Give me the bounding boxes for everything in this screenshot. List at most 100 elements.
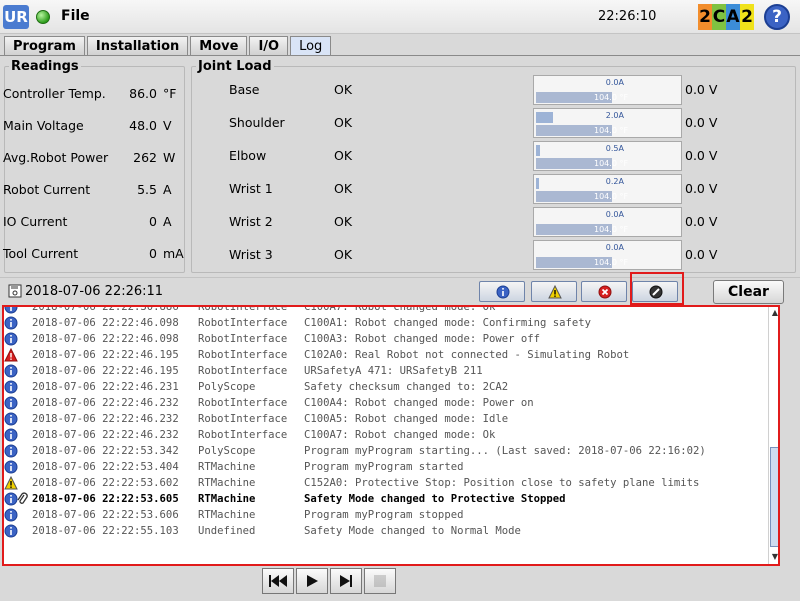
log-message: Safety checksum changed to: 2CA2	[304, 381, 509, 393]
log-row[interactable]: 2018-07-06 22:22:53.606 RTMachine Program …	[4, 507, 766, 523]
log-row[interactable]: 2018-07-06 22:22:46.195 RobotInterface C10…	[4, 347, 766, 363]
file-menu[interactable]: File	[61, 8, 90, 24]
log-message: Program myProgram stopped	[304, 509, 464, 521]
log-time: 2018-07-06 22:22:46.195	[32, 349, 179, 361]
info-icon	[4, 444, 18, 458]
log-row[interactable]: 2018-07-06 22:22:46.098 RobotInterface C10…	[4, 315, 766, 331]
info-icon	[496, 285, 510, 299]
log-source: RobotInterface	[198, 365, 288, 377]
scroll-thumb[interactable]	[770, 447, 778, 547]
reading-label: Main Voltage	[3, 118, 84, 133]
joint-status: OK	[334, 181, 353, 196]
stop-button[interactable]	[364, 568, 396, 594]
clear-button[interactable]: Clear	[713, 280, 784, 304]
reading-row: Tool Current 0 mA	[3, 246, 184, 266]
joint-gauge: 0.2A 104.0 °F	[533, 174, 682, 204]
log-source: RobotInterface	[198, 349, 288, 361]
log-source: PolyScope	[198, 445, 256, 457]
log-row[interactable]: 2018-07-06 22:22:46.232 RobotInterface C10…	[4, 411, 766, 427]
log-row[interactable]: 2018-07-06 22:22:53.342 PolyScope Program …	[4, 443, 766, 459]
joint-name: Wrist 1	[229, 181, 273, 196]
tab-program[interactable]: Program	[4, 36, 85, 56]
log-source: RobotInterface	[198, 317, 288, 329]
log-row[interactable]: 2018-07-06 22:22:30.886 RobotInterface C10…	[4, 307, 766, 315]
tab-installation[interactable]: Installation	[86, 36, 189, 56]
tab-log[interactable]: Log	[290, 36, 332, 56]
joint-name: Wrist 2	[229, 214, 273, 229]
step-button[interactable]	[330, 568, 362, 594]
reading-value: 5.5	[137, 182, 157, 197]
title-bar: UR File 22:26:10 2CA2 ?	[0, 0, 800, 34]
joint-status: OK	[334, 247, 353, 262]
filter-info-button[interactable]	[479, 281, 525, 302]
tab-i-o[interactable]: I/O	[249, 36, 289, 56]
log-row[interactable]: 2018-07-06 22:22:46.098 RobotInterface C10…	[4, 331, 766, 347]
joint-name: Shoulder	[229, 115, 285, 130]
reading-unit: W	[163, 150, 176, 165]
joint-voltage: 0.0 V	[685, 214, 718, 229]
scroll-down-icon[interactable]: ▼	[769, 551, 778, 563]
info-icon	[4, 428, 18, 442]
save-log-icon[interactable]	[8, 284, 22, 298]
log-time: 2018-07-06 22:22:55.103	[32, 525, 179, 537]
joint-gauge: 0.0A 104.0 °F	[533, 75, 682, 105]
joint-gauge: 0.5A 104.0 °F	[533, 141, 682, 171]
log-message: Safety Mode changed to Normal Mode	[304, 525, 521, 537]
joint-current: 2.0A	[605, 111, 624, 120]
log-scrollbar[interactable]: ▲ ▼	[768, 307, 778, 564]
joint-temp: 104.0 °F	[594, 192, 629, 201]
reading-value: 86.0	[129, 86, 157, 101]
log-time: 2018-07-06 22:22:46.098	[32, 317, 179, 329]
log-row[interactable]: 2018-07-06 22:22:46.231 PolyScope Safety c…	[4, 379, 766, 395]
log-row[interactable]: 2018-07-06 22:22:46.195 RobotInterface URS…	[4, 363, 766, 379]
help-icon[interactable]: ?	[764, 4, 790, 30]
reading-value: 0	[149, 214, 157, 229]
filter-error-button[interactable]	[581, 281, 627, 302]
joint-current: 0.2A	[605, 177, 624, 186]
log-row[interactable]: 2018-07-06 22:22:46.232 RobotInterface C10…	[4, 395, 766, 411]
reading-row: Avg.Robot Power 262 W	[3, 150, 177, 170]
log-message: C100A4: Robot changed mode: Power on	[304, 397, 534, 409]
robot-status-icon[interactable]	[36, 10, 50, 24]
log-row[interactable]: 2018-07-06 22:22:53.602 RTMachine C152A0: …	[4, 475, 766, 491]
reading-row: IO Current 0 A	[3, 214, 177, 234]
log-row[interactable]: 2018-07-06 22:22:53.605 RTMachine Safety M…	[4, 491, 766, 507]
joint-status: OK	[334, 115, 353, 130]
tab-move[interactable]: Move	[190, 36, 248, 56]
joint-row: Shoulder OK 2.0A 104.0 °F 0.0 V	[192, 108, 792, 138]
joint-row: Base OK 0.0A 104.0 °F 0.0 V	[192, 75, 792, 105]
log-row[interactable]: 2018-07-06 22:22:53.404 RTMachine Program …	[4, 459, 766, 475]
joint-current: 0.0A	[605, 210, 624, 219]
error-icon	[598, 285, 612, 299]
warning-icon	[4, 476, 18, 490]
tab-divider	[0, 55, 800, 56]
filter-warning-button[interactable]	[531, 281, 577, 302]
info-icon	[4, 316, 18, 330]
log-source: RTMachine	[198, 509, 256, 521]
main-tabs: Program Installation Move I/O Log	[4, 36, 333, 56]
info-icon	[4, 508, 18, 522]
log-time: 2018-07-06 22:22:46.232	[32, 413, 179, 425]
clock: 22:26:10	[598, 9, 657, 24]
info-icon	[4, 380, 18, 394]
reading-row: Main Voltage 48.0 V	[3, 118, 177, 138]
joint-status: OK	[334, 148, 353, 163]
highlight-box-filter	[630, 272, 684, 305]
log-message: Program myProgram starting... (Last save…	[304, 445, 706, 457]
robot-name-letter: C	[712, 4, 726, 30]
joint-current: 0.0A	[605, 243, 624, 252]
log-source: RTMachine	[198, 493, 256, 505]
stop-icon	[374, 575, 386, 587]
scroll-up-icon[interactable]: ▲	[769, 307, 778, 319]
rewind-button[interactable]	[262, 568, 294, 594]
log-message: C100A7: Robot changed mode: Ok	[304, 429, 496, 441]
log-source: RobotInterface	[198, 333, 288, 345]
log-row[interactable]: 2018-07-06 22:22:55.103 Undefined Safety M…	[4, 523, 766, 539]
joint-name: Elbow	[229, 148, 267, 163]
log-source: RTMachine	[198, 477, 256, 489]
play-button[interactable]	[296, 568, 328, 594]
log-list[interactable]: 2018-07-06 22:22:30.886 RobotInterface C10…	[4, 307, 766, 564]
joint-row: Wrist 1 OK 0.2A 104.0 °F 0.0 V	[192, 174, 792, 204]
error-icon	[4, 348, 18, 362]
log-row[interactable]: 2018-07-06 22:22:46.232 RobotInterface C10…	[4, 427, 766, 443]
